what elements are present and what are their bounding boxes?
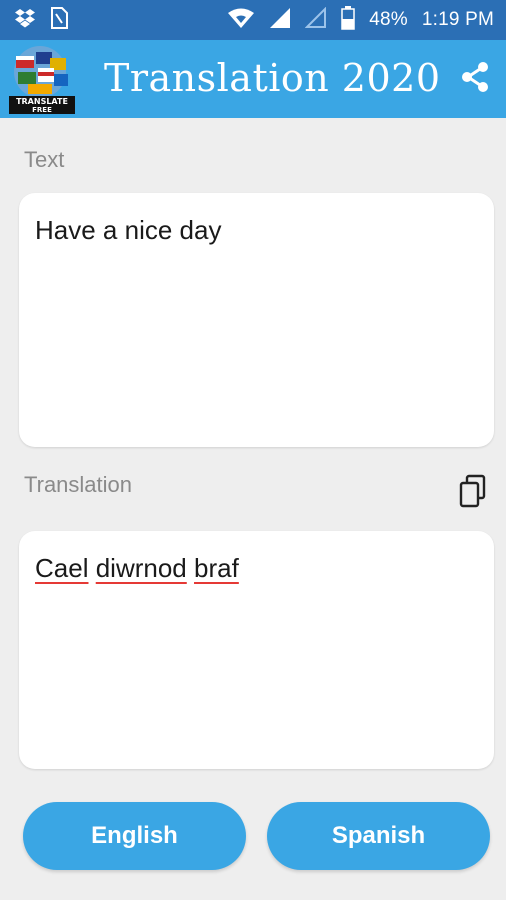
wifi-icon bbox=[227, 7, 255, 34]
text-label: Text bbox=[24, 147, 65, 172]
translation-word: Cael bbox=[35, 553, 89, 583]
translation-word: diwrnod bbox=[95, 553, 187, 583]
source-text-input[interactable]: Have a nice day bbox=[19, 193, 494, 447]
svg-text:FREE: FREE bbox=[32, 106, 52, 114]
svg-text:TRANSLATE: TRANSLATE bbox=[16, 97, 68, 106]
battery-percent: 48% bbox=[369, 9, 408, 30]
copy-button[interactable] bbox=[458, 474, 488, 508]
status-bar: 48% 1:19 PM bbox=[0, 0, 506, 40]
app-bar: TRANSLATE FREE Translation 2020 bbox=[0, 40, 506, 118]
copy-icon bbox=[458, 474, 488, 512]
signal-icon bbox=[269, 7, 291, 34]
share-button[interactable] bbox=[458, 61, 492, 98]
clock: 1:19 PM bbox=[421, 9, 494, 30]
signal-empty-icon bbox=[304, 6, 327, 34]
translation-label: Translation bbox=[24, 472, 133, 497]
translation-output[interactable]: Cael diwrnod braf bbox=[19, 531, 494, 769]
source-text-value: Have a nice day bbox=[35, 215, 222, 245]
status-bar-right: 48% 1:19 PM bbox=[227, 5, 494, 35]
source-language-button[interactable]: English bbox=[23, 802, 246, 870]
app-title: Translation 2020 bbox=[104, 56, 441, 100]
dropbox-icon bbox=[14, 8, 36, 33]
translation-word: braf bbox=[194, 553, 239, 583]
sim-card-icon bbox=[50, 6, 68, 34]
share-icon bbox=[460, 61, 490, 98]
app-logo: TRANSLATE FREE bbox=[6, 44, 78, 116]
status-bar-left bbox=[14, 6, 68, 34]
target-language-button[interactable]: Spanish bbox=[267, 802, 490, 870]
battery-icon bbox=[341, 5, 355, 35]
